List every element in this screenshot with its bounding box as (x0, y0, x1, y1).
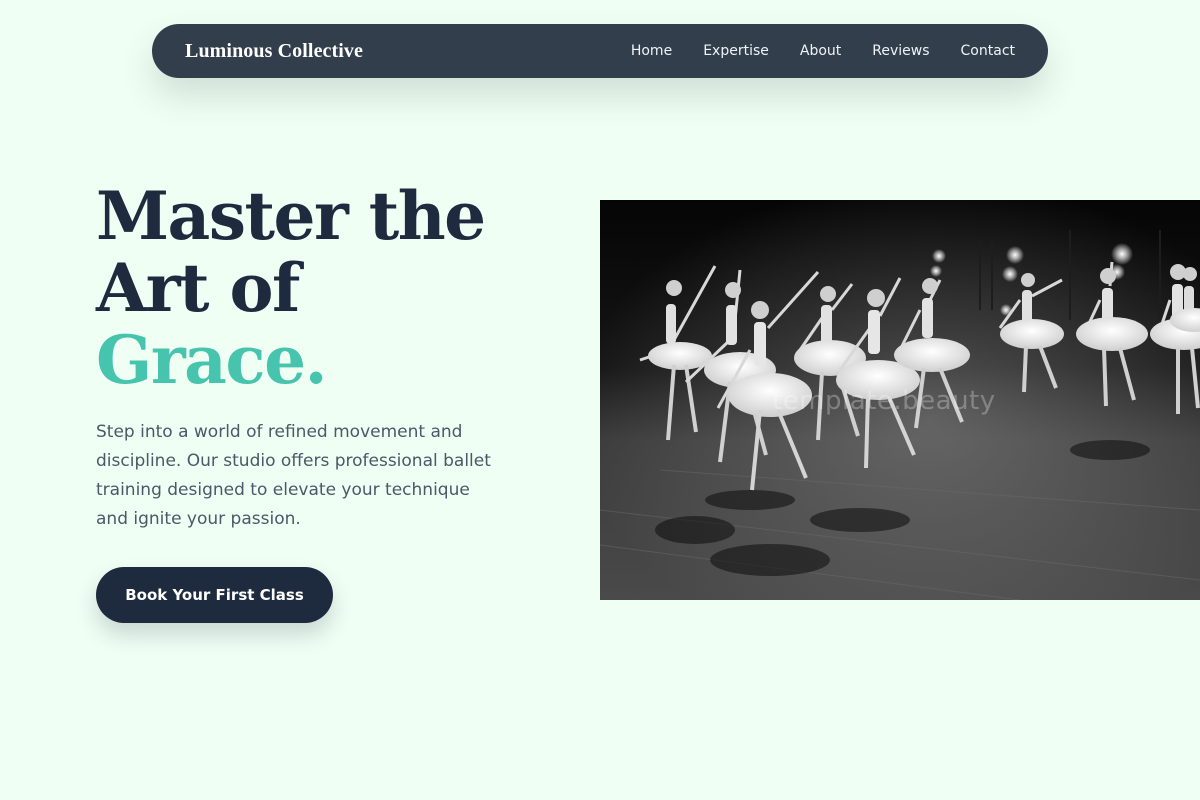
ballet-photo (600, 200, 1200, 600)
top-navbar: Luminous Collective Home Expertise About… (152, 24, 1048, 78)
hero-headline: Master the Art of Grace. (96, 180, 516, 396)
nav-links: Home Expertise About Reviews Contact (600, 43, 1015, 59)
nav-link-expertise[interactable]: Expertise (703, 43, 769, 59)
nav-link-reviews[interactable]: Reviews (872, 43, 929, 59)
headline-accent: Grace. (96, 321, 328, 399)
headline-line-2: Art of (96, 249, 300, 327)
nav-link-contact[interactable]: Contact (961, 43, 1015, 59)
nav-link-home[interactable]: Home (631, 43, 672, 59)
hero-image: template.beauty (600, 200, 1200, 600)
nav-link-about[interactable]: About (800, 43, 841, 59)
brand-logo[interactable]: Luminous Collective (185, 40, 363, 63)
hero-description: Step into a world of refined movement an… (96, 422, 491, 529)
book-first-class-button[interactable]: Book Your First Class (96, 567, 333, 623)
hero-text-block: Master the Art of Grace. Step into a wor… (96, 180, 516, 534)
headline-line-1: Master the (96, 177, 486, 255)
